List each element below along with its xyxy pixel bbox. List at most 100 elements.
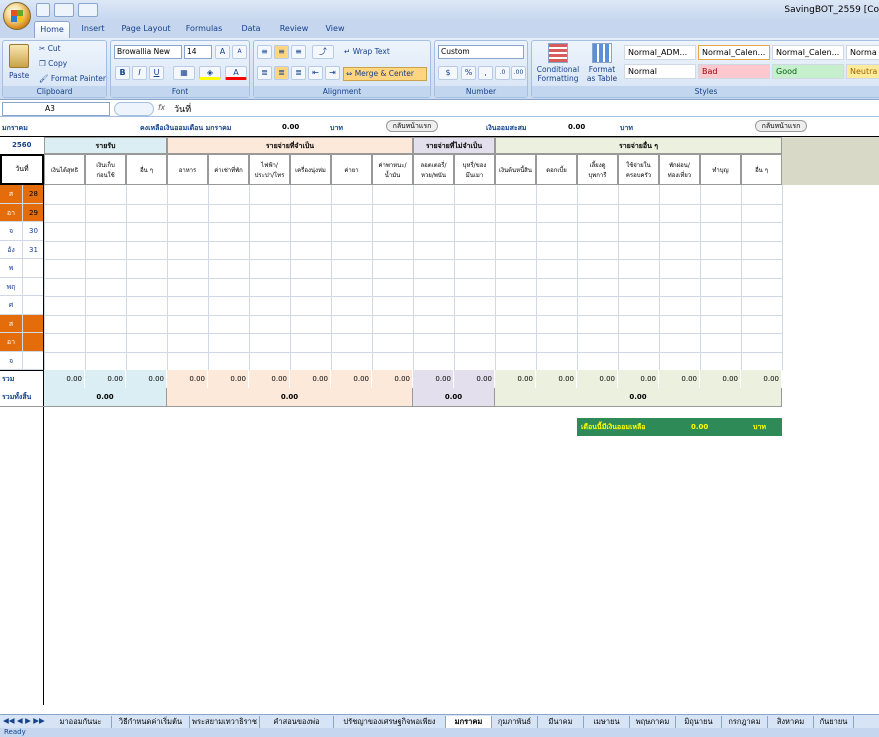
orientation-icon[interactable]: ⤴ — [312, 45, 334, 59]
redo-icon[interactable] — [78, 3, 98, 17]
back-button[interactable]: กลับหน้าแรก — [755, 120, 807, 132]
save-icon[interactable] — [36, 3, 50, 17]
shrink-font-icon[interactable]: A — [232, 45, 247, 59]
sheet-tab[interactable]: มาออมกันนะ — [50, 716, 112, 728]
format-painter-button[interactable]: 🖌 Format Painter — [39, 74, 106, 83]
date-cell[interactable] — [22, 296, 44, 315]
sheet-tab[interactable]: มีนาคม — [538, 716, 584, 728]
percent-icon[interactable]: % — [461, 66, 476, 80]
back-button[interactable]: กลับหน้าแรก — [386, 120, 438, 132]
font-size-select[interactable]: 14 — [184, 45, 212, 59]
style-cell[interactable]: Normal — [624, 64, 696, 79]
align-left-icon[interactable]: ≣ — [257, 66, 272, 80]
styles-label: Styles — [532, 86, 879, 97]
style-cell[interactable]: Normal_Calen... — [698, 45, 770, 60]
sheet-tab[interactable]: กุมภาพันธ์ — [492, 716, 538, 728]
font-name-select[interactable]: Browallia New — [114, 45, 182, 59]
comma-icon[interactable]: , — [478, 66, 493, 80]
spreadsheet[interactable]: มกราคม คงเหลือเงินออมเดือน มกราคม 0.00 บาทก… — [0, 117, 879, 714]
date-cell[interactable]: 28 — [22, 185, 44, 204]
sheet-tab[interactable]: วิธีกำหนดค่าเริ่มต้น — [112, 716, 190, 728]
column-header: เครื่องนุ่งห่ม — [290, 154, 331, 185]
undo-icon[interactable] — [54, 3, 74, 17]
style-cell[interactable]: Neutra — [846, 64, 879, 79]
year-label: 2560 — [12, 141, 32, 149]
style-cell[interactable]: Normal_Calen... — [772, 45, 844, 60]
underline-icon[interactable]: U — [149, 66, 164, 80]
align-middle-icon[interactable]: ≡ — [274, 45, 289, 59]
sheet-tab[interactable]: เมษายน — [584, 716, 630, 728]
italic-icon[interactable]: I — [132, 66, 147, 80]
date-cell[interactable] — [22, 351, 44, 370]
column-header: ไฟฟ้า/ประปา/โทร — [249, 154, 290, 185]
sheet-tab[interactable]: มิถุนายน — [676, 716, 722, 728]
column-header: อื่น ๆ — [126, 154, 167, 185]
increase-decimal-icon[interactable]: .0 — [495, 66, 510, 80]
number-format-select[interactable]: Custom — [438, 45, 524, 59]
style-cell[interactable]: Normal_ADM... — [624, 45, 696, 60]
sheet-tab[interactable]: คำสอนของพ่อ — [260, 716, 334, 728]
tab-data[interactable]: Data — [232, 21, 270, 38]
brush-icon: 🖌 — [39, 74, 49, 83]
sheet-tab[interactable]: กันยายน — [814, 716, 854, 728]
date-cell[interactable]: 29 — [22, 203, 44, 222]
align-top-icon[interactable]: ≡ — [257, 45, 272, 59]
grow-font-icon[interactable]: A — [215, 45, 230, 59]
date-cell[interactable] — [22, 314, 44, 333]
align-center-icon[interactable]: ≣ — [274, 66, 289, 80]
date-cell[interactable] — [22, 277, 44, 296]
decrease-decimal-icon[interactable]: .00 — [511, 66, 526, 80]
fx-icon[interactable]: fx — [158, 103, 165, 112]
sheet-tab[interactable]: พฤษภาคม — [630, 716, 676, 728]
column-header: ค่าพาหนะ/น้ำมัน — [372, 154, 413, 185]
col-line — [85, 185, 86, 370]
style-cell[interactable]: Norma — [846, 45, 879, 60]
column-header-text: เงินต้นหนี้สิน — [499, 166, 532, 174]
bold-icon[interactable]: B — [115, 66, 130, 80]
decrease-indent-icon[interactable]: ⇤ — [308, 66, 323, 80]
sheet-tab[interactable]: ปรัชญาของเศรษฐกิจพอเพียง — [334, 716, 446, 728]
savings-label: เงินออมสะสม — [486, 124, 527, 132]
borders-icon[interactable]: ▦ — [173, 66, 195, 80]
date-cell[interactable] — [22, 259, 44, 278]
copy-button[interactable]: ❐ Copy — [39, 59, 67, 68]
sheet-tab[interactable]: พระสยามเทวาธิราช — [190, 716, 260, 728]
paste-button[interactable]: Paste — [9, 71, 29, 80]
sheet-tab[interactable]: กรกฎาคม — [722, 716, 768, 728]
name-box[interactable]: A3 — [2, 102, 110, 116]
currency-icon[interactable]: $ — [438, 66, 458, 80]
align-bottom-icon[interactable]: ≡ — [291, 45, 306, 59]
font-color-icon[interactable]: A — [225, 66, 247, 80]
sheet-tab[interactable]: มกราคม — [446, 716, 492, 728]
alignment-group: ≡ ≡ ≡ ⤴ ↵ Wrap Text ≣ ≣ ≣ ⇤ ⇥ ⇔ Merge & … — [253, 40, 431, 98]
conditional-formatting-button[interactable]: Conditional Formatting — [535, 65, 581, 83]
date-cell[interactable]: 30 — [22, 222, 44, 241]
tab-page-layout[interactable]: Page Layout — [116, 21, 176, 38]
style-cell[interactable]: Bad — [698, 64, 770, 79]
sheet-tab[interactable]: สิงหาคม — [768, 716, 814, 728]
cut-button[interactable]: ✂ Cut — [39, 44, 61, 53]
tab-insert[interactable]: Insert — [74, 21, 112, 38]
tab-view[interactable]: View — [318, 21, 352, 38]
fill-color-icon[interactable]: ◈ — [199, 66, 221, 80]
increase-indent-icon[interactable]: ⇥ — [325, 66, 340, 80]
paste-icon[interactable] — [9, 44, 29, 68]
style-cell[interactable]: Good — [772, 64, 844, 79]
format-as-table-button[interactable]: Format as Table — [584, 65, 620, 83]
column-header-text: ดอกเบี้ย — [546, 166, 567, 174]
date-cell[interactable]: 31 — [22, 240, 44, 259]
column-header-text: มึนเมา — [465, 171, 484, 179]
remaining-baht: บาท — [753, 423, 766, 431]
tab-home[interactable]: Home — [34, 21, 70, 38]
formula-cancel-icon[interactable] — [114, 102, 154, 116]
sheet-nav-icon[interactable]: ◀◀ ◀ ▶ ▶▶ — [3, 716, 45, 725]
day-of-week: ศ — [0, 296, 22, 315]
wrap-text-button[interactable]: ↵ Wrap Text — [344, 47, 390, 56]
formula-input[interactable]: วันที่ — [174, 102, 191, 116]
align-right-icon[interactable]: ≣ — [291, 66, 306, 80]
date-cell[interactable] — [22, 333, 44, 352]
merge-center-button[interactable]: ⇔ Merge & Center — [343, 67, 427, 81]
tab-formulas[interactable]: Formulas — [180, 21, 228, 38]
office-button[interactable] — [3, 2, 31, 30]
tab-review[interactable]: Review — [274, 21, 314, 38]
